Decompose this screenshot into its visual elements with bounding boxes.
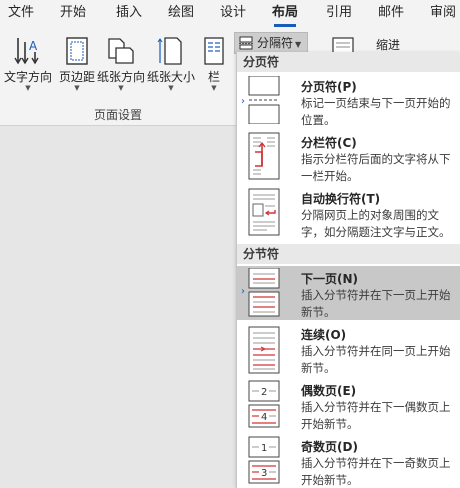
- menu-item-text-wrapping-break[interactable]: 自动换行符(T) 分隔网页上的对象周围的文字，如分隔题注文字与正文。: [237, 186, 460, 240]
- menu-item-next-page[interactable]: › 下一页(N) 插入分节符并在下一页上开始新节。: [237, 266, 460, 320]
- margins-icon: [65, 36, 89, 69]
- orientation-label: 纸张方向: [96, 70, 145, 84]
- menu-item-title: 连续(O): [301, 328, 347, 342]
- orientation-button[interactable]: 纸张方向 ▼: [96, 32, 146, 94]
- tab-file[interactable]: 文件: [8, 4, 34, 26]
- svg-text:1: 1: [261, 443, 267, 454]
- text-direction-button[interactable]: A 文字方向 ▼: [3, 32, 53, 94]
- size-button[interactable]: 纸张大小 ▼: [146, 32, 196, 94]
- svg-text:2: 2: [261, 387, 267, 398]
- columns-label: 栏: [207, 70, 220, 84]
- menu-item-even-page[interactable]: 2 4 偶数页(E) 插入分节符并在下一偶数页上开始新节。: [237, 378, 460, 432]
- menu-item-odd-page[interactable]: 1 3 奇数页(D) 插入分节符并在下一奇数页上开始新节。: [237, 434, 460, 488]
- continuous-break-icon: [247, 326, 281, 377]
- chevron-down-icon: ▼: [295, 40, 302, 49]
- chevron-right-icon: ›: [241, 286, 245, 297]
- page-breaks-header: 分页符: [237, 52, 460, 72]
- menu-item-title: 分页符(P): [301, 80, 357, 94]
- columns-icon: [203, 36, 225, 69]
- menu-item-title: 偶数页(E): [301, 384, 357, 398]
- menu-item-description: 插入分节符并在下一页上开始新节。: [301, 288, 451, 319]
- menu-item-continuous[interactable]: 连续(O) 插入分节符并在同一页上开始新节。: [237, 322, 460, 376]
- svg-text:3: 3: [261, 468, 267, 479]
- menu-item-column-break[interactable]: 分栏符(C) 指示分栏符后面的文字将从下一栏开始。: [237, 130, 460, 184]
- svg-text:A: A: [29, 39, 38, 53]
- ribbon-tab-bar: 文件 开始 插入 绘图 设计 布局 引用 邮件 审阅: [0, 0, 460, 28]
- section-breaks-header: 分节符: [237, 244, 460, 264]
- breaks-button[interactable]: 分隔符 ▼: [234, 32, 308, 54]
- page-setup-group-label: 页面设置: [93, 108, 142, 122]
- chevron-down-icon: ▼: [25, 84, 31, 92]
- text-wrapping-break-icon: [247, 188, 281, 239]
- chevron-right-icon: ›: [241, 96, 245, 107]
- tab-review[interactable]: 审阅: [430, 4, 456, 26]
- column-break-icon: [247, 132, 281, 183]
- menu-item-description: 指示分栏符后面的文字将从下一栏开始。: [301, 152, 451, 183]
- page-break-icon: [247, 75, 281, 127]
- tab-references[interactable]: 引用: [326, 4, 352, 26]
- tab-design[interactable]: 设计: [220, 4, 246, 26]
- menu-item-description: 分隔网页上的对象周围的文字，如分隔题注文字与正文。: [301, 208, 451, 239]
- even-page-break-icon: 2 4: [247, 380, 281, 433]
- menu-item-title: 奇数页(D): [301, 440, 358, 454]
- tab-insert[interactable]: 插入: [116, 4, 142, 26]
- margins-button[interactable]: 页边距 ▼: [52, 32, 102, 94]
- menu-item-page-break[interactable]: › 分页符(P) 标记一页结束与下一页开始的位置。: [237, 74, 460, 127]
- tab-mailings[interactable]: 邮件: [378, 4, 404, 26]
- orientation-icon: [106, 36, 136, 69]
- tab-draw[interactable]: 绘图: [168, 4, 194, 26]
- odd-page-break-icon: 1 3: [247, 436, 281, 488]
- chevron-down-icon: ▼: [74, 84, 80, 92]
- indent-label: 缩进: [376, 38, 401, 52]
- menu-item-description: 插入分节符并在同一页上开始新节。: [301, 344, 451, 375]
- chevron-down-icon: ▼: [168, 84, 174, 92]
- breaks-dropdown-menu: 分页符 › 分页符(P) 标记一页结束与下一页开始的位置。 分栏符(C) 指示分…: [236, 52, 460, 488]
- size-label: 纸张大小: [146, 70, 195, 84]
- columns-button[interactable]: 栏 ▼: [194, 32, 234, 94]
- chevron-down-icon: ▼: [118, 84, 124, 92]
- margins-label: 页边距: [58, 70, 95, 84]
- tab-home[interactable]: 开始: [60, 4, 86, 26]
- menu-item-title: 自动换行符(T): [301, 192, 381, 206]
- menu-item-title: 下一页(N): [301, 272, 359, 286]
- breaks-label: 分隔符: [257, 36, 294, 50]
- svg-text:4: 4: [261, 412, 267, 423]
- next-page-break-icon: [247, 267, 281, 321]
- text-direction-icon: A: [14, 36, 42, 69]
- chevron-down-icon: ▼: [211, 84, 217, 92]
- page-size-icon: [157, 36, 185, 69]
- text-direction-label: 文字方向: [3, 70, 52, 84]
- menu-item-description: 插入分节符并在下一奇数页上开始新节。: [301, 456, 451, 487]
- tab-layout[interactable]: 布局: [272, 4, 298, 27]
- menu-item-description: 插入分节符并在下一偶数页上开始新节。: [301, 400, 451, 431]
- menu-item-description: 标记一页结束与下一页开始的位置。: [301, 96, 451, 127]
- menu-item-title: 分栏符(C): [301, 136, 357, 150]
